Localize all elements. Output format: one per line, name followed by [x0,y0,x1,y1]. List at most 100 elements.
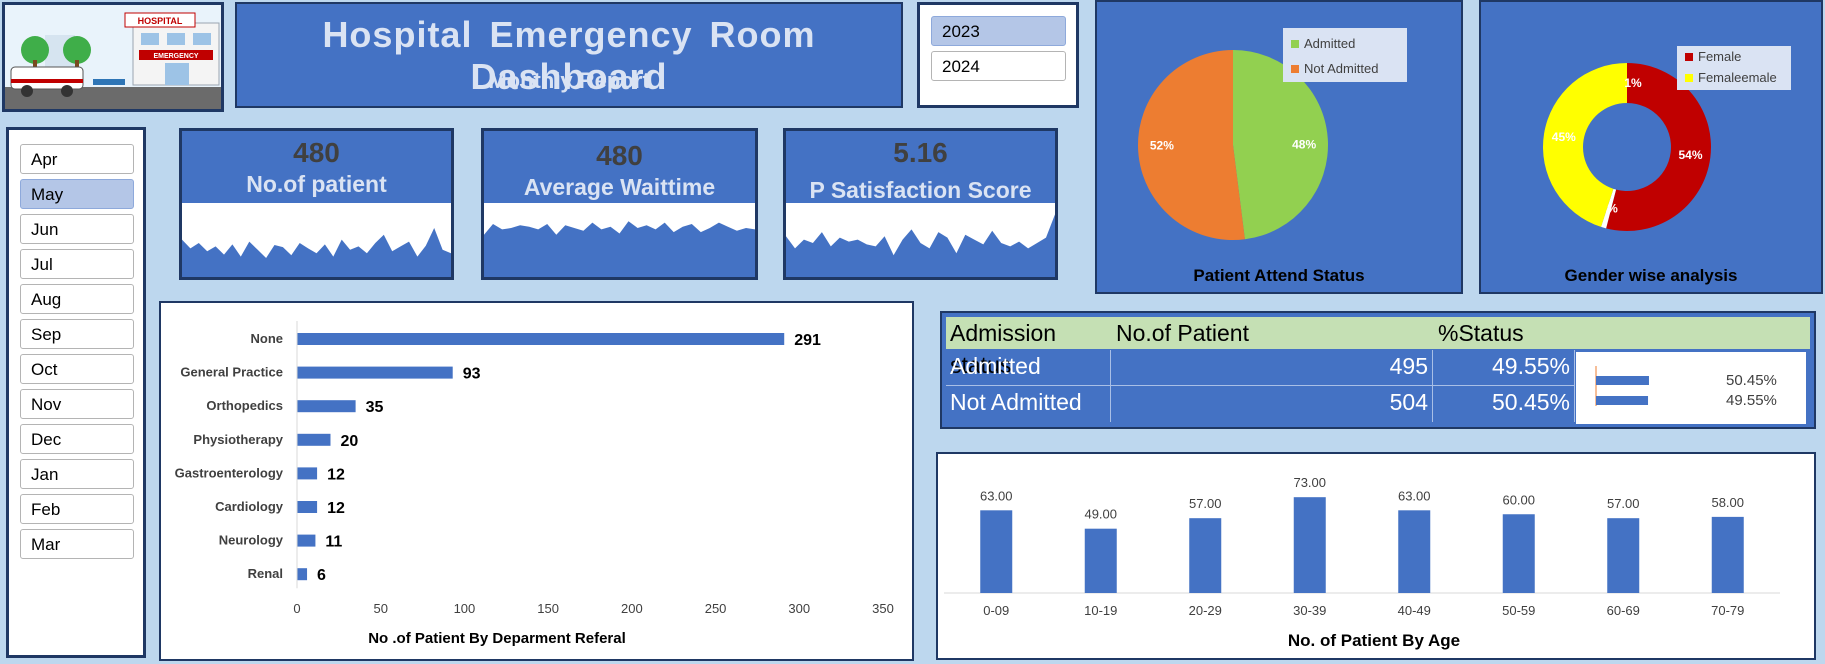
category-label: 50-59 [1502,603,1535,618]
legend-swatch [1291,39,1299,48]
hospital-logo: HOSPITAL EMERGENCY [2,2,224,112]
month-option-nov[interactable]: Nov [20,389,134,419]
legend-swatch [1685,52,1693,61]
bar [1502,514,1535,593]
month-option-oct[interactable]: Oct [20,354,134,384]
kpi-card-patients: 480 No.of patient [179,128,454,280]
chart-title: No. of Patient By Age [1288,631,1460,650]
category-label: Neurology [219,533,284,548]
donut-chart-svg: 54%6%45%1% [1543,63,1711,232]
month-option-may[interactable]: May [20,179,134,209]
legend-label-female: Female [1698,49,1742,64]
bar [1189,518,1222,593]
pie-legend: Admitted Not Admitted [1283,28,1407,82]
month-option-dec[interactable]: Dec [20,424,134,454]
month-option-feb[interactable]: Feb [20,494,134,524]
table-header: Admission status No.of Patient %Status [946,317,1810,378]
slice-label: 48% [1292,137,1316,151]
category-label: Renal [248,566,283,581]
sparkline-area [786,214,1055,277]
column-header: No.of Patient [1116,320,1249,346]
data-label: 73.00 [1293,475,1326,490]
department-referral-chart: None 291 General Practice 93 Orthopedics 35 Ph… [159,301,914,661]
kpi-card-satisfaction: 5.16 P Satisfaction Score [783,128,1058,280]
table-cell: Not Admitted [950,389,1082,415]
bar [297,501,318,513]
month-option-jan[interactable]: Jan [20,459,134,489]
bar [1711,516,1744,593]
mini-bar-svg: 50.45% 49.55% [1595,366,1777,409]
year-option-2024[interactable]: 2024 [931,51,1066,81]
month-option-jun[interactable]: Jun [20,214,134,244]
category-label: Cardiology [215,499,284,514]
data-label: 63.00 [1398,488,1431,503]
category-label: Gastroenterology [175,465,284,480]
data-label: 11 [325,534,342,551]
tick-label: 0 [293,601,300,616]
dashboard-subtitle: Monthly Report [488,68,650,93]
month-option-jul[interactable]: Jul [20,249,134,279]
month-option-apr[interactable]: Apr [20,144,134,174]
gender-analysis-chart: 54% 6% 45% 1% Female Femaleemale Gender wis… [1479,0,1823,294]
kpi-label: Average Waittime [523,174,716,200]
category-label: General Practice [180,365,283,380]
kpi-value: 5.16 [893,137,948,168]
admission-status-table: Admission status No.of Patient %Status A… [940,311,1816,429]
category-label: Orthopedics [206,398,283,413]
sparkline-area [182,228,451,277]
month-option-sep[interactable]: Sep [20,319,134,349]
tick-label: 250 [705,601,727,616]
category-label: Physiotherapy [193,432,283,447]
slice-label: 52% [1150,139,1174,153]
tick-label: 350 [872,601,894,616]
kpi-card-waittime: 480 Average Waittime [481,128,758,280]
horizontal-bar-chart-svg: None 291 General Practice 93 Orthopedics 35 Ph… [175,321,894,647]
age-distribution-chart: 63.00 0-09 49.00 10-19 57.00 20-29 73.00 30-39 6… [936,452,1816,660]
category-label: 20-29 [1189,603,1222,618]
tick-label: 100 [454,601,476,616]
tick-label: 200 [621,601,643,616]
sparkline-patients [182,228,451,277]
status-mini-bars: 50.45% 49.55% [1576,352,1806,424]
category-label: 10-19 [1084,603,1117,618]
table-cell: 504 [1389,389,1428,415]
slice-label: 1% [1624,76,1642,90]
bar [297,366,453,379]
month-option-mar[interactable]: Mar [20,529,134,559]
bar [297,467,318,480]
chart-title: Gender wise analysis [1564,266,1738,285]
data-label: 57.00 [1189,496,1222,511]
slice-label: 45% [1552,130,1576,144]
sparkline-satisfaction [786,214,1055,277]
category-label: 40-49 [1398,603,1431,618]
data-label: 58.00 [1711,495,1744,510]
bar [297,568,308,581]
category-label: None [251,331,284,346]
kpi-value: 480 [596,140,643,171]
kpi-label: P Satisfaction Score [809,177,1032,203]
category-label: 70-79 [1711,603,1744,618]
legend-label-not-admitted: Not Admitted [1304,61,1379,76]
data-label: 63.00 [980,488,1013,503]
mini-bar-label: 50.45% [1726,372,1777,389]
bar [1293,497,1326,593]
kpi-value: 480 [293,137,340,168]
chart-title: Patient Attend Status [1193,266,1365,285]
donut-legend: Female Femaleemale [1677,46,1791,90]
tick-label: 50 [373,601,387,616]
column-header: %Status [1438,320,1524,346]
year-option-2023[interactable]: 2023 [931,16,1066,46]
data-label: 49.00 [1084,507,1117,522]
patient-attend-status-chart: 48% 52% Admitted Not Admitted Patient Att… [1095,0,1463,294]
bar [1398,510,1431,593]
data-label: 60.00 [1502,492,1535,507]
legend-label-admitted: Admitted [1304,36,1356,51]
category-label: 30-39 [1293,603,1326,618]
month-slicer: Apr May Jun Jul Aug Sep Oct Nov Dec Jan … [6,127,146,658]
month-option-aug[interactable]: Aug [20,284,134,314]
mini-bar-label: 49.55% [1726,392,1777,409]
tick-label: 150 [537,601,559,616]
data-label: 57.00 [1607,496,1640,511]
mini-bar [1596,376,1649,385]
bar [297,333,785,345]
